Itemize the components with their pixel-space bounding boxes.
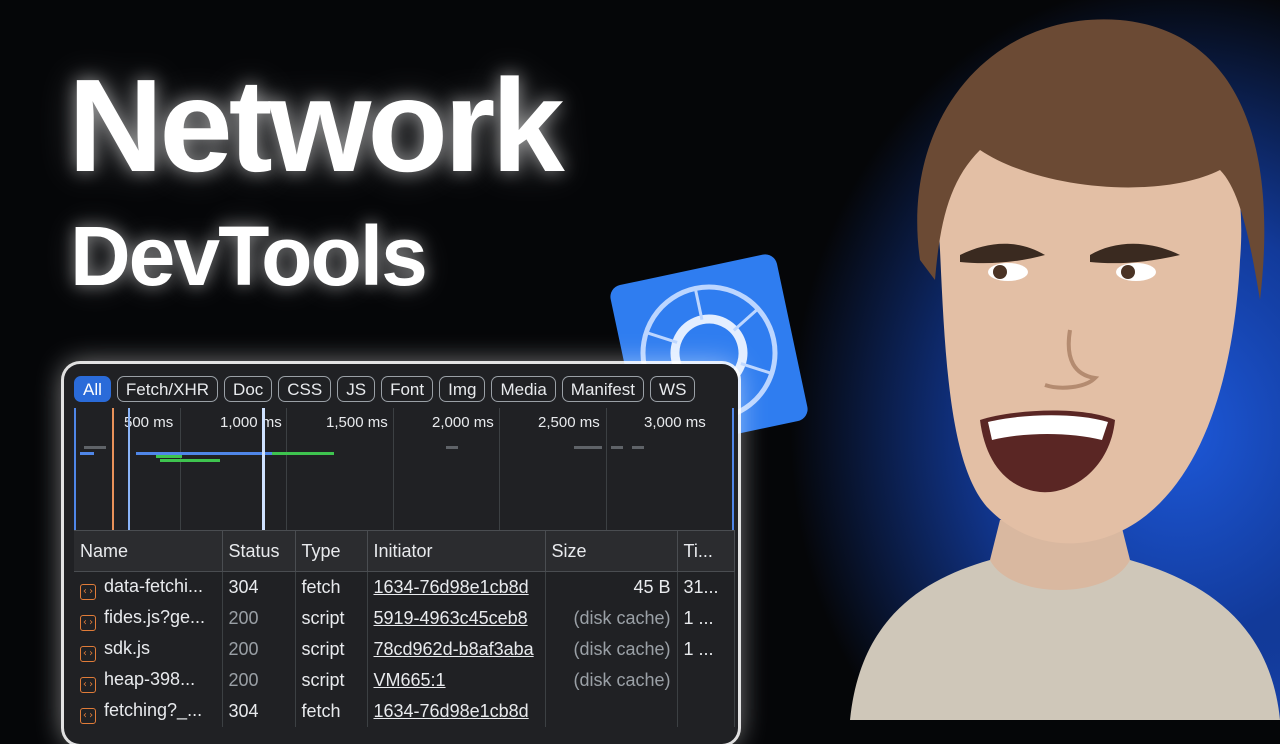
table-row[interactable]: ‹› data-fetchi... 304 fetch 1634-76d98e1c… <box>74 571 735 603</box>
table-header-row: Name Status Type Initiator Size Ti... <box>74 530 735 572</box>
load-marker <box>128 408 130 530</box>
request-table: Name Status Type Initiator Size Ti... ‹›… <box>74 530 735 727</box>
cell-size: 45 B <box>545 571 678 603</box>
timeline-gridline <box>180 408 181 530</box>
devtools-network-panel: All Fetch/XHR Doc CSS JS Font Img Media … <box>64 364 738 744</box>
cell-name: ‹› heap-398... <box>74 665 223 696</box>
cell-initiator-link[interactable]: 5919-4963c45ceb8 <box>367 603 546 634</box>
timeline-gridline <box>606 408 607 530</box>
waterfall-bar <box>160 459 220 462</box>
waterfall-bar <box>574 446 602 449</box>
request-name: fetching?_... <box>104 699 203 720</box>
cell-initiator-link[interactable]: 1634-76d98e1cb8d <box>367 696 546 727</box>
waterfall-bar <box>446 446 458 449</box>
cell-name: ‹› data-fetchi... <box>74 571 223 603</box>
waterfall-bar <box>611 446 623 449</box>
cell-time: 1 ... <box>677 603 735 634</box>
filter-css[interactable]: CSS <box>278 376 332 402</box>
filter-media[interactable]: Media <box>491 376 556 402</box>
cell-size: (disk cache) <box>545 603 678 634</box>
file-code-icon: ‹› <box>80 676 96 693</box>
cell-size: (disk cache) <box>545 665 678 696</box>
timeline-tick-label: 1,000 ms <box>220 414 282 431</box>
timeline-gridline <box>286 408 287 530</box>
filter-fetch-xhr[interactable]: Fetch/XHR <box>116 376 219 402</box>
waterfall-bar <box>156 455 182 458</box>
file-code-icon: ‹› <box>80 614 96 631</box>
page-title: Network <box>68 52 565 199</box>
timeline-gridline <box>393 408 394 530</box>
filter-manifest[interactable]: Manifest <box>561 376 645 402</box>
timeline-tick-label: 500 ms <box>124 414 174 431</box>
filter-doc[interactable]: Doc <box>224 376 273 402</box>
waterfall-bar <box>272 452 334 455</box>
table-row[interactable]: ‹› heap-398... 200 script VM665:1 (disk c… <box>74 665 735 696</box>
cell-name: ‹› fides.js?ge... <box>74 603 223 634</box>
filter-font[interactable]: Font <box>381 376 434 402</box>
cell-initiator-link[interactable]: 1634-76d98e1cb8d <box>367 571 546 603</box>
page-subtitle: DevTools <box>70 209 428 303</box>
column-header-initiator[interactable]: Initiator <box>367 530 546 572</box>
cell-status: 200 <box>222 665 296 696</box>
waterfall-bar <box>632 446 644 449</box>
cell-type: fetch <box>295 696 368 727</box>
cell-name: ‹› sdk.js <box>74 634 223 665</box>
cell-time <box>677 665 735 696</box>
cell-initiator-link[interactable]: 78cd962d-b8af3aba <box>367 634 546 665</box>
timeline-cursor[interactable] <box>262 408 265 530</box>
cell-time: 31... <box>677 571 735 603</box>
file-code-icon: ‹› <box>80 583 96 600</box>
timeline-tick-label: 1,500 ms <box>326 414 388 431</box>
request-name: data-fetchi... <box>104 575 204 596</box>
column-header-status[interactable]: Status <box>222 530 296 572</box>
presenter-photo <box>850 19 1280 720</box>
waterfall-bar <box>84 446 106 449</box>
cell-type: fetch <box>295 571 368 603</box>
column-header-type[interactable]: Type <box>295 530 368 572</box>
timeline-tick-label: 2,000 ms <box>432 414 494 431</box>
filter-all[interactable]: All <box>74 376 111 402</box>
cell-type: script <box>295 634 368 665</box>
request-name: sdk.js <box>104 637 151 658</box>
timeline-tick-label: 2,500 ms <box>538 414 600 431</box>
file-code-icon: ‹› <box>80 707 96 724</box>
cell-size: (disk cache) <box>545 634 678 665</box>
file-code-icon: ‹› <box>80 645 96 662</box>
filter-ws[interactable]: WS <box>650 376 696 402</box>
dom-content-loaded-marker <box>112 408 114 530</box>
request-name: heap-398... <box>104 668 196 689</box>
column-header-size[interactable]: Size <box>545 530 678 572</box>
cell-size <box>545 696 678 727</box>
table-row[interactable]: ‹› sdk.js 200 script 78cd962d-b8af3aba (d… <box>74 634 735 665</box>
cell-status: 304 <box>222 571 296 603</box>
cell-name: ‹› fetching?_... <box>74 696 223 727</box>
request-name: fides.js?ge... <box>104 606 206 627</box>
column-header-name[interactable]: Name <box>74 530 223 572</box>
cell-status: 200 <box>222 634 296 665</box>
timeline-tick-label: 3,000 ms <box>644 414 706 431</box>
cell-time <box>677 696 735 727</box>
filter-img[interactable]: Img <box>439 376 486 402</box>
filter-js[interactable]: JS <box>337 376 376 402</box>
cell-time: 1 ... <box>677 634 735 665</box>
waterfall-bar <box>80 452 94 455</box>
cell-type: script <box>295 603 368 634</box>
cell-initiator-link[interactable]: VM665:1 <box>367 665 546 696</box>
cell-status: 304 <box>222 696 296 727</box>
timeline-gridline <box>499 408 500 530</box>
column-header-time[interactable]: Ti... <box>677 530 735 572</box>
cell-type: script <box>295 665 368 696</box>
network-timeline-overview[interactable]: 500 ms 1,000 ms 1,500 ms 2,000 ms 2,500 … <box>74 408 734 530</box>
cell-status: 200 <box>222 603 296 634</box>
table-row[interactable]: ‹› fides.js?ge... 200 script 5919-4963c45… <box>74 603 735 634</box>
filter-bar: All Fetch/XHR Doc CSS JS Font Img Media … <box>74 376 696 402</box>
table-row[interactable]: ‹› fetching?_... 304 fetch 1634-76d98e1cb… <box>74 696 735 727</box>
